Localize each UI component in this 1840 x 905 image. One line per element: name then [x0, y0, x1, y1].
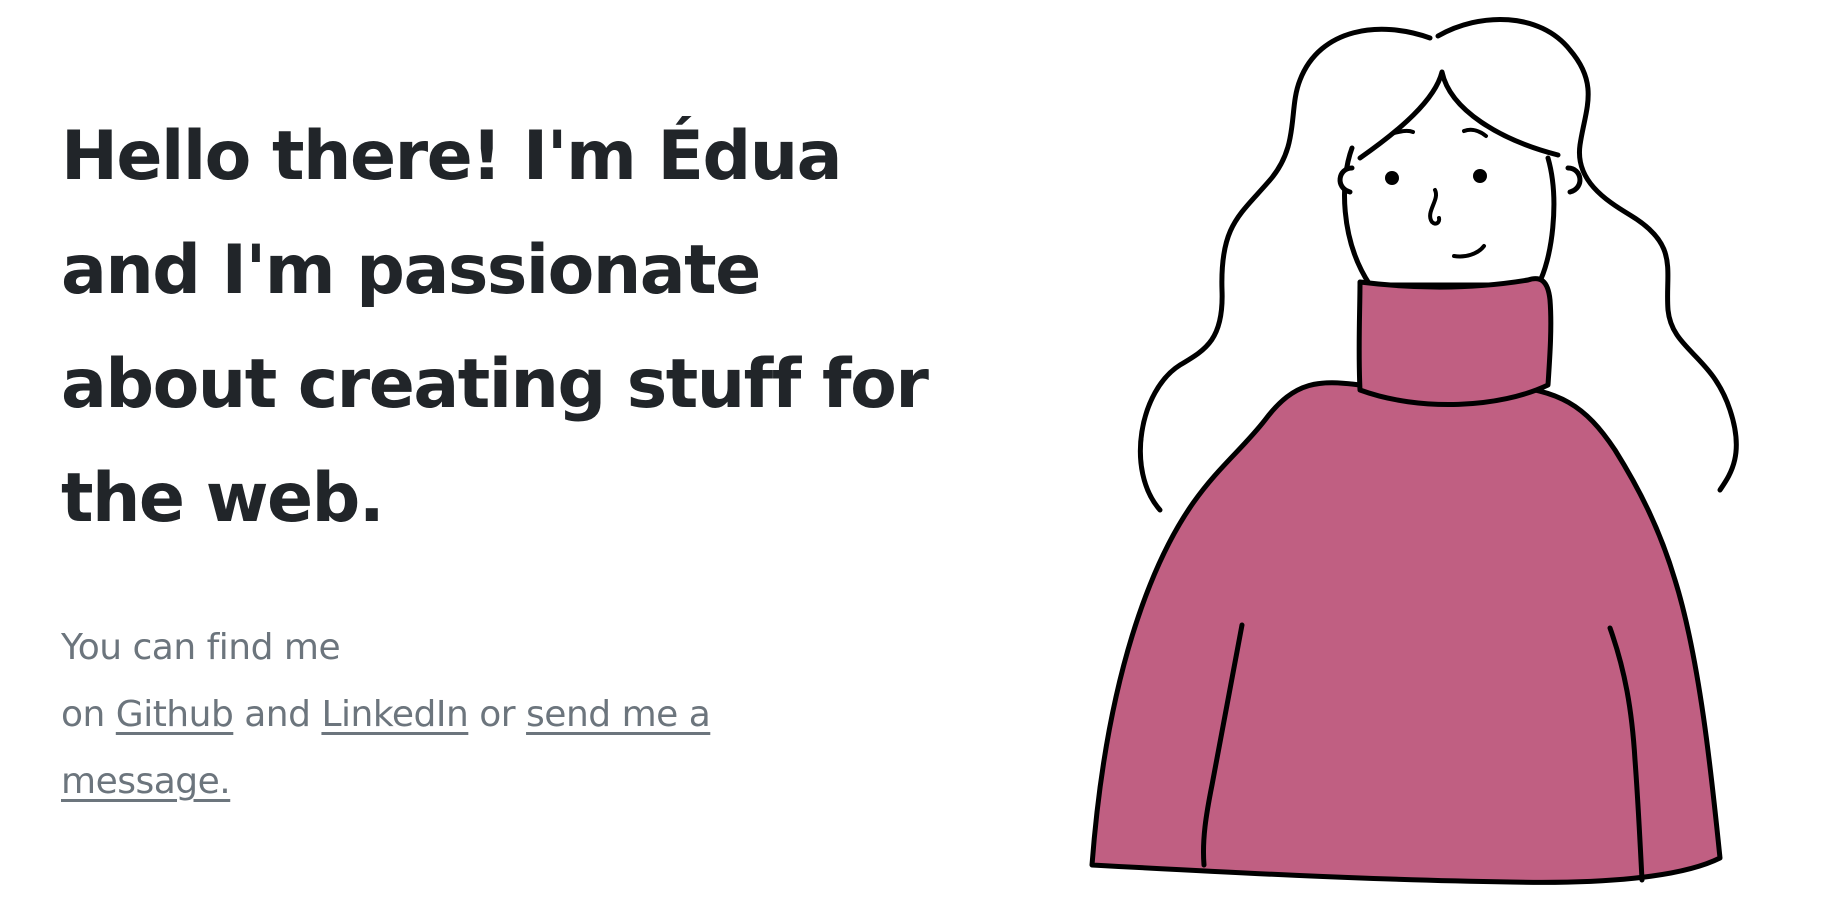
bangs-detail: [1392, 127, 1488, 138]
intro-line-2: on Github and LinkedIn or send me a: [61, 681, 881, 748]
linkedin-link[interactable]: LinkedIn: [321, 694, 468, 735]
send-message-link-continued[interactable]: message.: [61, 761, 231, 802]
intro-and: and: [244, 694, 311, 735]
headline-line-4: the web.: [61, 459, 385, 538]
woman-in-turtleneck-illustration: [1040, 0, 1840, 905]
github-link[interactable]: Github: [116, 694, 234, 735]
headline-line-3: about creating stuff for: [61, 345, 929, 424]
contact-intro: You can find me on Github and LinkedIn o…: [61, 614, 881, 815]
intro-line-1: You can find me: [61, 627, 341, 668]
send-message-link[interactable]: send me a: [526, 694, 711, 735]
sweater: [1089, 276, 1723, 885]
intro-line-3: message.: [61, 748, 881, 815]
intro-or: or: [479, 694, 516, 735]
hero-headline: Hello there! I'm Édua and I'm passionate…: [61, 100, 929, 556]
face: [1337, 69, 1583, 288]
hero-intro: Hello there! I'm Édua and I'm passionate…: [61, 100, 929, 815]
intro-prefix: on: [61, 694, 105, 735]
headline-line-1: Hello there! I'm Édua: [61, 117, 842, 196]
headline-line-2: and I'm passionate: [61, 231, 761, 310]
